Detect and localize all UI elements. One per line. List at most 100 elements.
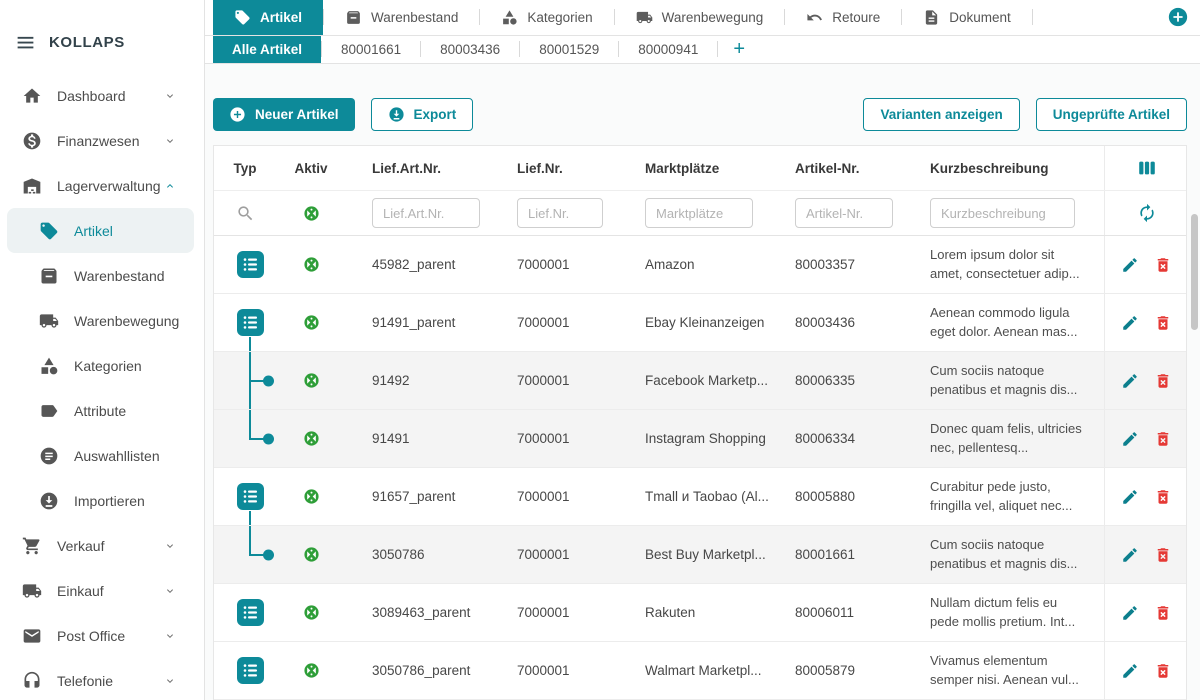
chevron-down-icon	[164, 90, 176, 102]
article-list-icon[interactable]	[237, 599, 264, 626]
edit-icon[interactable]	[1121, 662, 1139, 680]
artikel-nr-cell: 80005880	[769, 468, 904, 525]
delete-icon[interactable]	[1154, 430, 1172, 448]
unverified-articles-button[interactable]: Ungeprüfte Artikel	[1036, 98, 1187, 131]
delete-icon[interactable]	[1154, 256, 1172, 274]
refresh-icon[interactable]	[1137, 203, 1157, 223]
box-icon	[345, 9, 362, 26]
article-tab-alle-artikel[interactable]: Alle Artikel	[213, 36, 321, 63]
search-icon[interactable]	[236, 204, 255, 223]
active-filter-icon[interactable]	[303, 205, 320, 222]
edit-icon[interactable]	[1121, 488, 1139, 506]
new-article-button[interactable]: Neuer Artikel	[213, 98, 355, 131]
table-row[interactable]: 91492 7000001 Facebook Marketp... 800063…	[214, 352, 1186, 410]
article-list-icon[interactable]	[237, 251, 264, 278]
kurzbeschreibung-cell: Aenean commodo ligula eget dolor. Aenean…	[904, 294, 1104, 351]
hamburger-menu-icon[interactable]	[15, 32, 36, 53]
module-tab-kategorien[interactable]: Kategorien	[480, 0, 613, 35]
delete-icon[interactable]	[1154, 604, 1172, 622]
add-article-tab-button[interactable]: +	[718, 36, 760, 63]
actions-cell	[1104, 410, 1188, 467]
sidebar-item-lagerverwaltung[interactable]: Lagerverwaltung	[7, 163, 194, 208]
edit-icon[interactable]	[1121, 372, 1139, 390]
kurzbeschreibung-cell: Cum sociis natoque penatibus et magnis d…	[904, 526, 1104, 583]
export-button[interactable]: Export	[371, 98, 474, 131]
sidebar-item-importieren[interactable]: Importieren	[7, 478, 194, 523]
marktplaetze-cell: Facebook Marketp...	[619, 352, 769, 409]
sidebar-item-attribute[interactable]: Attribute	[7, 388, 194, 433]
article-tab-80001529[interactable]: 80001529	[520, 36, 618, 63]
add-module-tab-icon[interactable]	[1167, 6, 1189, 28]
lief-nr-cell: 7000001	[491, 642, 619, 699]
table-row[interactable]: 91491_parent 7000001 Ebay Kleinanzeigen …	[214, 294, 1186, 352]
module-tab-artikel[interactable]: Artikel	[213, 0, 323, 35]
sidebar-item-warenbestand[interactable]: Warenbestand	[7, 253, 194, 298]
table-row[interactable]: 45982_parent 7000001 Amazon 80003357 Lor…	[214, 236, 1186, 294]
module-tab-warenbestand[interactable]: Warenbestand	[324, 0, 479, 35]
chevron-down-icon	[164, 135, 176, 147]
table-row[interactable]: 3050786_parent 7000001 Walmart Marketpl.…	[214, 642, 1186, 700]
columns-icon[interactable]	[1136, 157, 1158, 179]
article-list-icon[interactable]	[237, 483, 264, 510]
edit-icon[interactable]	[1121, 256, 1139, 274]
sidebar-item-post-office[interactable]: Post Office	[7, 613, 194, 658]
import-circle-icon	[39, 491, 59, 511]
sidebar-item-telefonie[interactable]: Telefonie	[7, 658, 194, 700]
edit-icon[interactable]	[1121, 314, 1139, 332]
sidebar-item-kategorien[interactable]: Kategorien	[7, 343, 194, 388]
article-tab-80001661[interactable]: 80001661	[322, 36, 420, 63]
edit-icon[interactable]	[1121, 604, 1139, 622]
delete-icon[interactable]	[1154, 314, 1172, 332]
marktplaetze-cell: Best Buy Marketpl...	[619, 526, 769, 583]
delete-icon[interactable]	[1154, 662, 1172, 680]
table-row[interactable]: 91491 7000001 Instagram Shopping 8000633…	[214, 410, 1186, 468]
table-header-row: Typ Aktiv Lief.Art.Nr. Lief.Nr. Marktplä…	[214, 146, 1186, 191]
delete-icon[interactable]	[1154, 372, 1172, 390]
export-label: Export	[414, 107, 457, 122]
kurzbeschreibung-cell: Donec quam felis, ultricies nec, pellent…	[904, 410, 1104, 467]
tree-line	[249, 410, 251, 439]
edit-icon[interactable]	[1121, 430, 1139, 448]
module-tab-retoure[interactable]: Retoure	[785, 0, 901, 35]
sidebar-item-dashboard[interactable]: Dashboard	[7, 73, 194, 118]
sidebar-nav: Dashboard Finanzwesen Lagerverwaltung Ar…	[0, 73, 204, 700]
sidebar-item-warenbewegung[interactable]: Warenbewegung	[7, 298, 194, 343]
delete-icon[interactable]	[1154, 546, 1172, 564]
sidebar-item-artikel[interactable]: Artikel	[7, 208, 194, 253]
filter-artikel-nr-input[interactable]	[795, 198, 893, 228]
table-row[interactable]: 3050786 7000001 Best Buy Marketpl... 800…	[214, 526, 1186, 584]
delete-icon[interactable]	[1154, 488, 1172, 506]
sidebar-item-auswahllisten[interactable]: Auswahllisten	[7, 433, 194, 478]
header-lief-art-nr: Lief.Art.Nr.	[346, 146, 491, 190]
edit-icon[interactable]	[1121, 546, 1139, 564]
sidebar-item-einkauf[interactable]: Einkauf	[7, 568, 194, 613]
warehouse-icon	[22, 176, 42, 196]
table-row[interactable]: 91657_parent 7000001 Tmall и Taobao (Al.…	[214, 468, 1186, 526]
vertical-scrollbar[interactable]	[1191, 214, 1198, 330]
aktiv-cell	[276, 468, 346, 525]
sidebar: KOLLAPS Dashboard Finanzwesen Lagerverwa…	[0, 0, 205, 700]
article-list-icon[interactable]	[237, 657, 264, 684]
active-status-icon	[303, 662, 320, 679]
filter-marktplaetze-input[interactable]	[645, 198, 753, 228]
table-row[interactable]: 3089463_parent 7000001 Rakuten 80006011 …	[214, 584, 1186, 642]
lief-art-nr-cell: 3089463_parent	[346, 584, 491, 641]
article-tab-80003436[interactable]: 80003436	[421, 36, 519, 63]
sidebar-item-finanzwesen[interactable]: Finanzwesen	[7, 118, 194, 163]
filter-kurzbeschreibung-input[interactable]	[930, 198, 1075, 228]
sidebar-item-verkauf[interactable]: Verkauf	[7, 523, 194, 568]
tree-branch-dot	[249, 380, 265, 382]
module-tab-bar: Artikel Warenbestand Kategorien Warenbew…	[205, 0, 1200, 36]
module-tab-dokument[interactable]: Dokument	[902, 0, 1032, 35]
filter-lief-nr-input[interactable]	[517, 198, 603, 228]
aktiv-cell	[276, 352, 346, 409]
show-variants-button[interactable]: Varianten anzeigen	[863, 98, 1019, 131]
filter-lief-art-nr-input[interactable]	[372, 198, 480, 228]
article-tab-80000941[interactable]: 80000941	[619, 36, 717, 63]
article-list-icon[interactable]	[237, 309, 264, 336]
actions-cell	[1104, 294, 1188, 351]
lief-art-nr-cell: 3050786_parent	[346, 642, 491, 699]
module-tab-warenbewegung[interactable]: Warenbewegung	[615, 0, 785, 35]
truck-icon	[39, 311, 59, 331]
active-status-icon	[303, 314, 320, 331]
